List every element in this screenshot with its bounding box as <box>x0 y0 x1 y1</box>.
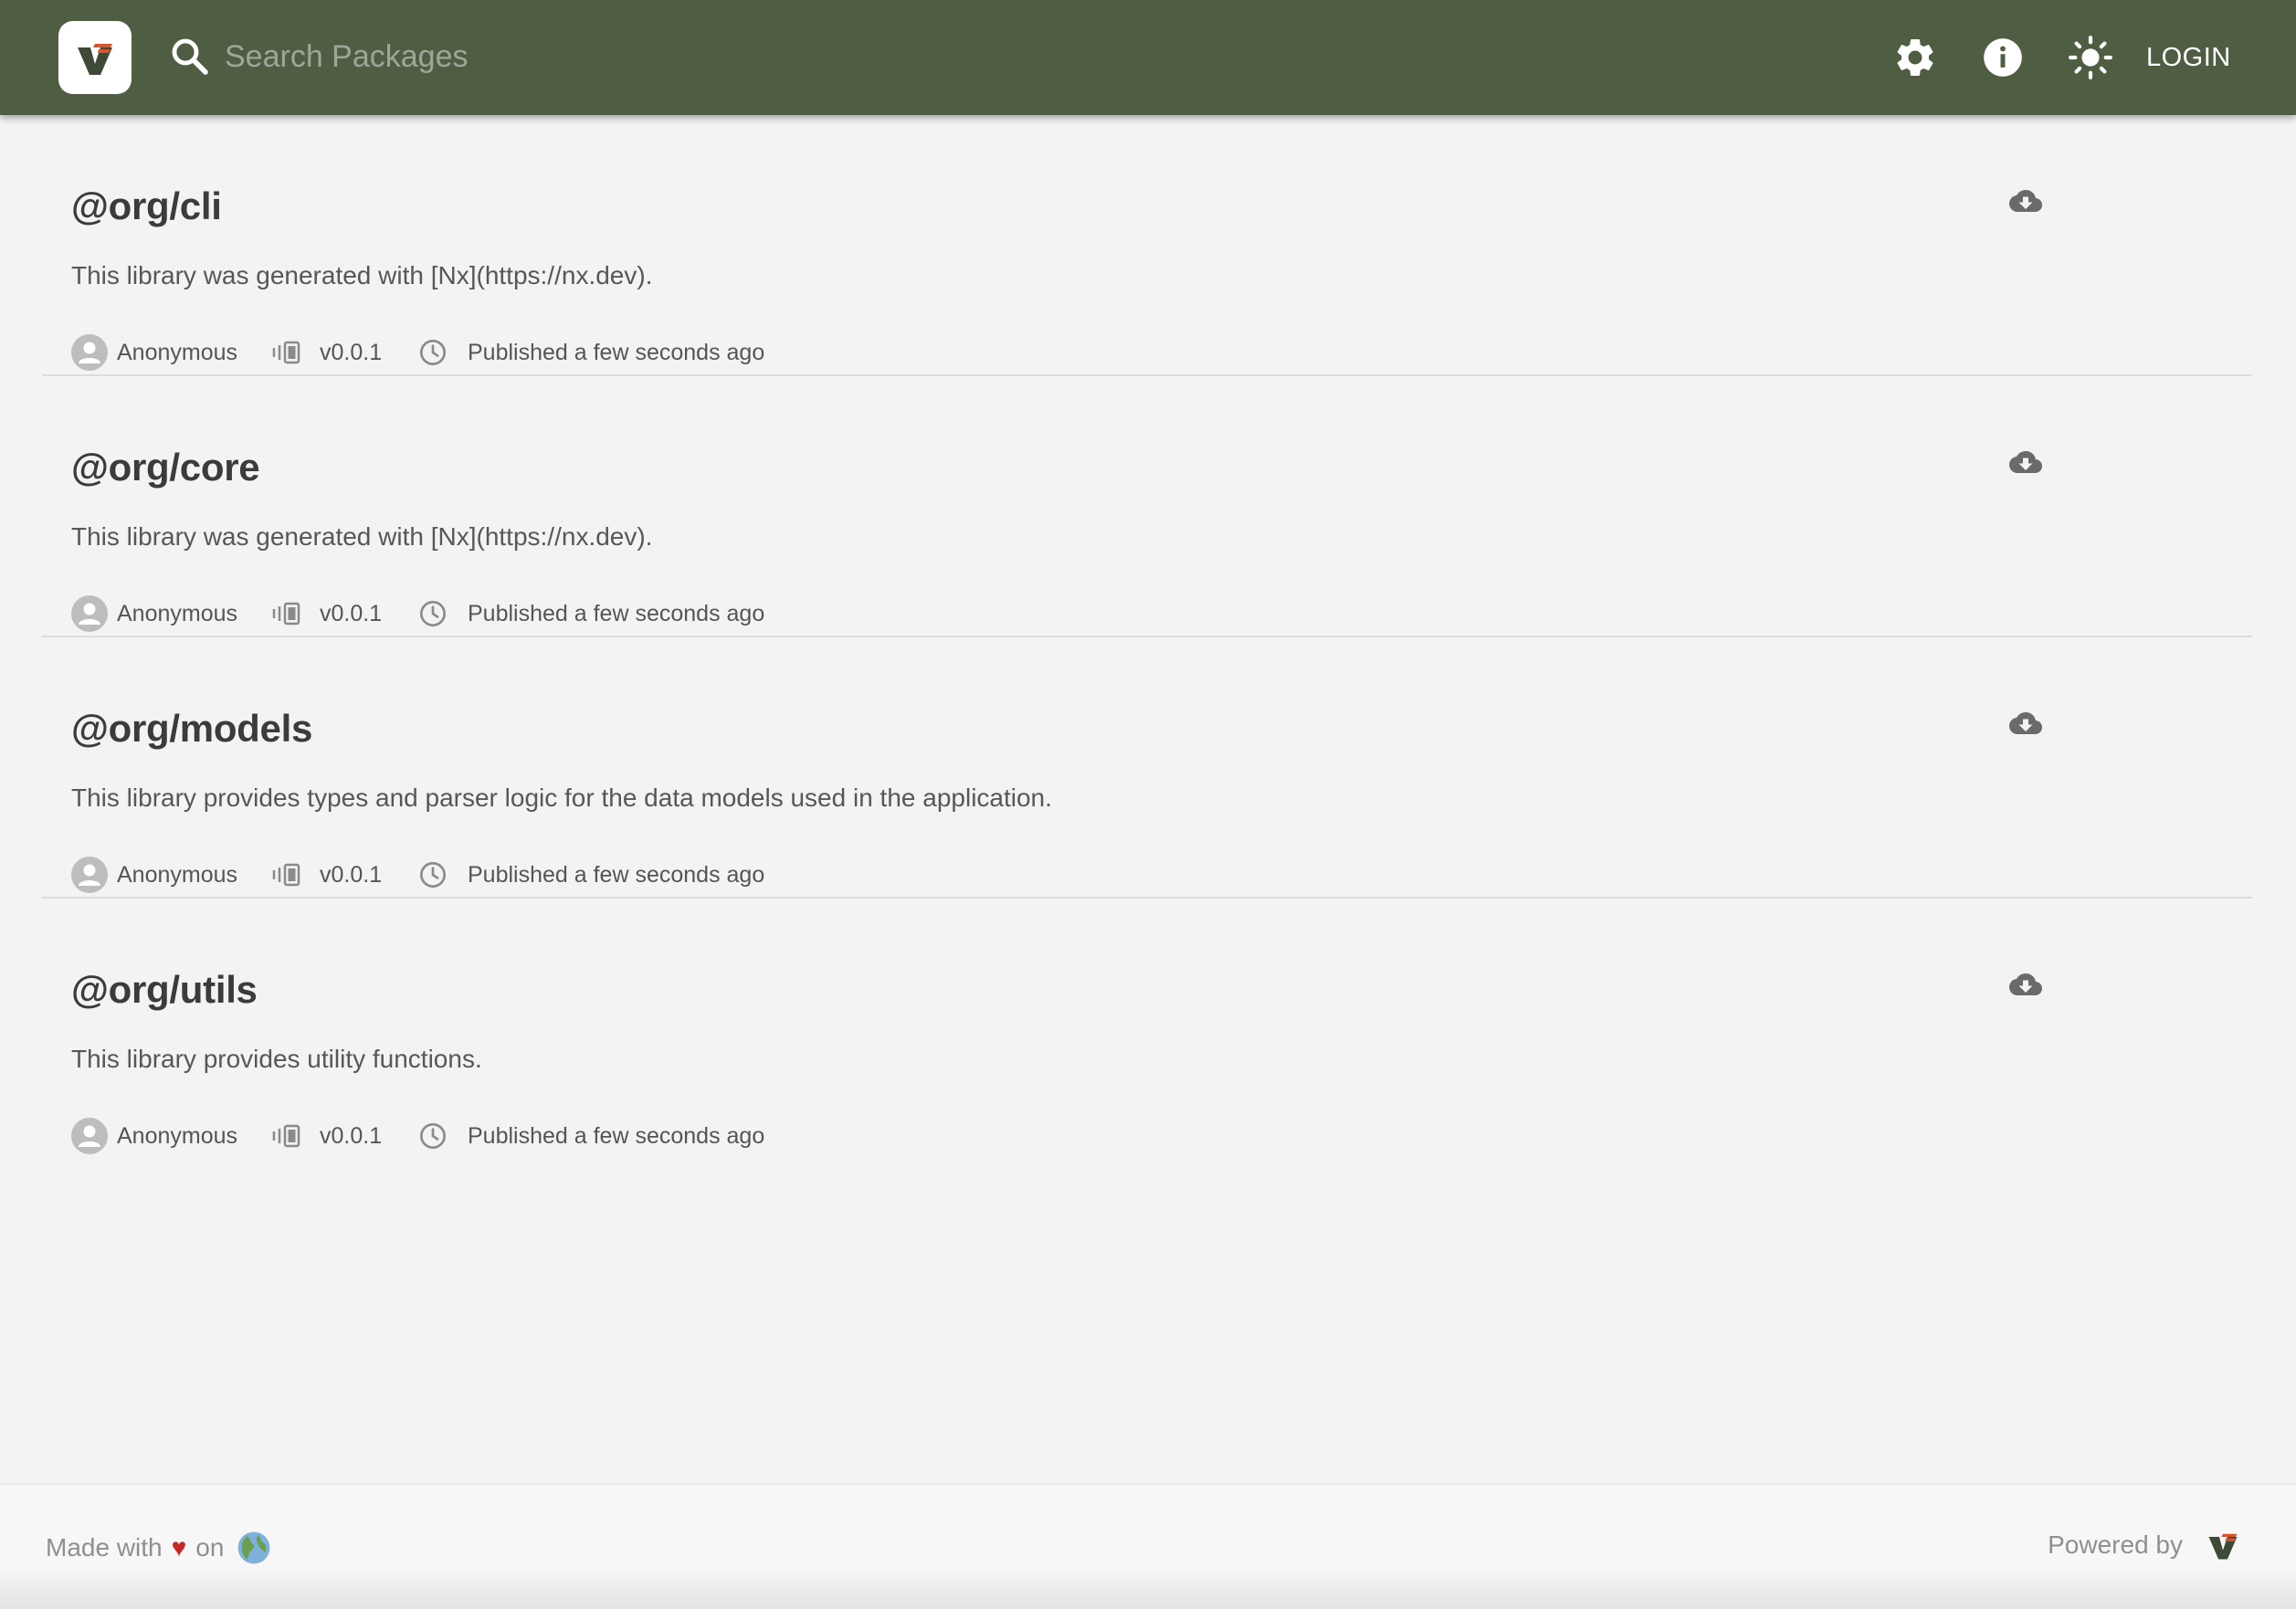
author-name: Anonymous <box>117 862 238 888</box>
package-list: @org/cli This library was generated with… <box>42 115 2252 1160</box>
version-icon <box>272 341 300 364</box>
author-name: Anonymous <box>117 1123 238 1149</box>
package-description: This library provides types and parser l… <box>71 783 1052 812</box>
package-name[interactable]: @org/utils <box>71 968 258 1012</box>
footer-powered: Powered by <box>2048 1525 2243 1565</box>
package-description: This library was generated with [Nx](htt… <box>71 522 653 551</box>
person-icon <box>79 1125 100 1147</box>
app-header: LOGIN <box>0 0 2296 115</box>
avatar <box>71 595 108 632</box>
package-description: This library provides utility functions. <box>71 1045 482 1073</box>
package-item[interactable]: @org/utils This library provides utility… <box>42 899 2252 1160</box>
verdaccio-logo[interactable] <box>58 21 132 94</box>
package-version: v0.0.1 <box>320 1123 383 1149</box>
avatar <box>71 857 108 893</box>
download-icon[interactable] <box>2009 446 2042 478</box>
package-name[interactable]: @org/cli <box>71 184 222 228</box>
powered-by-text: Powered by <box>2048 1530 2183 1559</box>
person-icon <box>79 864 100 886</box>
avatar <box>71 334 108 371</box>
package-version: v0.0.1 <box>320 601 383 626</box>
app-footer: Made with ♥ on Powered by <box>0 1483 2296 1609</box>
clock-icon <box>420 1123 446 1149</box>
published-time: Published a few seconds ago <box>468 862 765 888</box>
info-icon[interactable] <box>1980 35 2026 80</box>
package-name[interactable]: @org/core <box>71 446 260 489</box>
footer-logo-icon[interactable] <box>2203 1525 2243 1565</box>
logo-icon <box>78 44 112 75</box>
package-item[interactable]: @org/cli This library was generated with… <box>42 115 2252 376</box>
package-item[interactable]: @org/models This library provides types … <box>42 637 2252 899</box>
clock-icon <box>420 601 446 626</box>
footer-credit: Made with ♥ on <box>46 1530 271 1565</box>
search-icon <box>172 38 208 75</box>
published-time: Published a few seconds ago <box>468 601 765 626</box>
download-icon[interactable] <box>2009 707 2042 740</box>
globe-icon[interactable] <box>237 1530 271 1565</box>
version-icon <box>272 1124 300 1148</box>
published-time: Published a few seconds ago <box>468 340 765 365</box>
avatar <box>71 1118 108 1154</box>
version-icon <box>272 863 300 887</box>
download-icon[interactable] <box>2009 968 2042 1001</box>
person-icon <box>79 603 100 625</box>
settings-icon[interactable] <box>1892 35 1938 80</box>
version-icon <box>272 602 300 626</box>
on-text: on <box>195 1533 225 1562</box>
clock-icon <box>420 862 446 888</box>
package-item[interactable]: @org/core This library was generated wit… <box>42 376 2252 637</box>
person-icon <box>79 342 100 363</box>
login-button[interactable]: LOGIN <box>2146 40 2231 75</box>
author-name: Anonymous <box>117 340 238 365</box>
package-description: This library was generated with [Nx](htt… <box>71 261 653 289</box>
download-icon[interactable] <box>2009 184 2042 217</box>
heart-icon: ♥ <box>171 1533 187 1562</box>
search-input[interactable] <box>225 33 864 80</box>
author-name: Anonymous <box>117 601 238 626</box>
clock-icon <box>420 340 446 365</box>
made-with-text: Made with <box>46 1533 163 1562</box>
theme-toggle-icon[interactable] <box>2068 35 2113 80</box>
package-name[interactable]: @org/models <box>71 707 312 751</box>
package-version: v0.0.1 <box>320 340 383 365</box>
published-time: Published a few seconds ago <box>468 1123 765 1149</box>
package-version: v0.0.1 <box>320 862 383 888</box>
